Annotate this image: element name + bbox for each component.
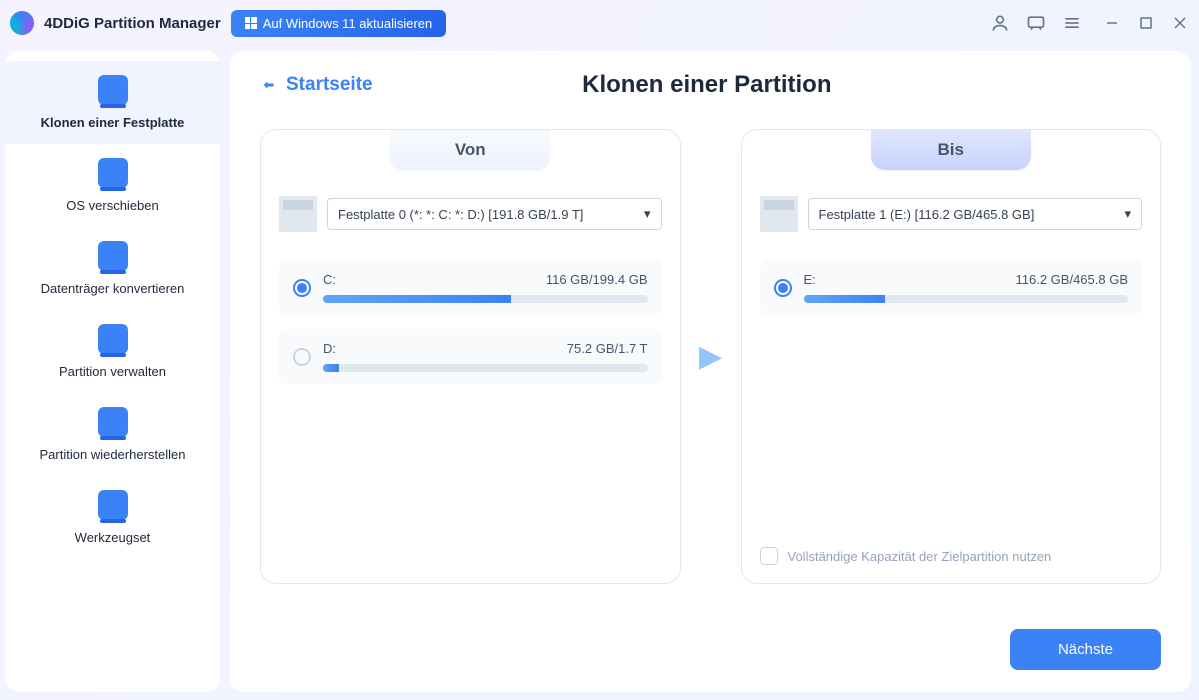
title-bar: 4DDiG Partition Manager Auf Windows 11 a… (0, 0, 1199, 46)
sidebar-item-label: Partition verwalten (15, 364, 210, 379)
usage-bar (323, 364, 648, 372)
upgrade-label: Auf Windows 11 aktualisieren (263, 16, 433, 31)
source-partition-c[interactable]: C: 116 GB/199.4 GB (279, 260, 662, 315)
toolkit-icon (98, 490, 128, 520)
sidebar-item-clone-disk[interactable]: Klonen einer Festplatte (5, 61, 220, 144)
sidebar-item-label: OS verschieben (15, 198, 210, 213)
usage-bar (323, 295, 648, 303)
partition-usage: 116 GB/199.4 GB (546, 272, 648, 287)
usage-bar (804, 295, 1129, 303)
back-label: Startseite (286, 74, 373, 96)
partition-usage: 75.2 GB/1.7 T (567, 341, 648, 356)
target-partition-e[interactable]: E: 116.2 GB/465.8 GB (760, 260, 1143, 315)
source-disk-value: Festplatte 0 (*: *: C: *: D:) [191.8 GB/… (338, 207, 583, 222)
partition-drive: C: (323, 272, 336, 287)
menu-icon[interactable] (1061, 12, 1083, 34)
maximize-button[interactable] (1137, 14, 1155, 32)
convert-disk-icon (98, 241, 128, 271)
windows-icon (245, 17, 257, 29)
source-partition-d[interactable]: D: 75.2 GB/1.7 T (279, 329, 662, 384)
partition-usage: 116.2 GB/465.8 GB (1016, 272, 1129, 287)
partition-drive: D: (323, 341, 336, 356)
disk-icon (760, 196, 798, 232)
sidebar-item-toolkit[interactable]: Werkzeugset (5, 476, 220, 559)
sidebar-item-label: Klonen einer Festplatte (15, 115, 210, 130)
sidebar-item-manage-partition[interactable]: Partition verwalten (5, 310, 220, 393)
sidebar-item-label: Datenträger konvertieren (15, 281, 210, 296)
sidebar-item-recover-partition[interactable]: Partition wiederherstellen (5, 393, 220, 476)
user-icon[interactable] (989, 12, 1011, 34)
partition-drive: E: (804, 272, 816, 287)
sidebar-item-label: Werkzeugset (15, 530, 210, 545)
target-disk-value: Festplatte 1 (E:) [116.2 GB/465.8 GB] (819, 207, 1035, 222)
full-capacity-label: Vollständige Kapazität der Zielpartition… (788, 549, 1052, 564)
manage-partition-icon (98, 324, 128, 354)
radio-selected-icon[interactable] (774, 279, 792, 297)
clone-disk-icon (98, 75, 128, 105)
disk-icon (279, 196, 317, 232)
next-button[interactable]: Nächste (1010, 629, 1161, 670)
full-capacity-checkbox[interactable] (760, 547, 778, 565)
source-card: Von Festplatte 0 (*: *: C: *: D:) [191.8… (260, 129, 681, 584)
arrow-right-icon: ▶ (699, 339, 722, 374)
close-button[interactable] (1171, 14, 1189, 32)
recover-partition-icon (98, 407, 128, 437)
target-card: Bis Festplatte 1 (E:) [116.2 GB/465.8 GB… (741, 129, 1162, 584)
chevron-down-icon: ▾ (644, 206, 651, 222)
back-button[interactable]: Startseite (260, 74, 373, 96)
sidebar-item-migrate-os[interactable]: OS verschieben (5, 144, 220, 227)
target-tab-label: Bis (871, 130, 1031, 170)
app-title: 4DDiG Partition Manager (44, 15, 221, 32)
sidebar: Klonen einer Festplatte OS verschieben D… (5, 51, 220, 692)
feedback-icon[interactable] (1025, 12, 1047, 34)
radio-unselected-icon[interactable] (293, 348, 311, 366)
migrate-os-icon (98, 158, 128, 188)
upgrade-windows-button[interactable]: Auf Windows 11 aktualisieren (231, 10, 447, 37)
main-panel: Startseite Klonen einer Partition Von Fe… (230, 51, 1191, 692)
page-title: Klonen einer Partition (373, 71, 1041, 99)
sidebar-item-label: Partition wiederherstellen (15, 447, 210, 462)
back-arrow-icon (260, 76, 278, 94)
radio-selected-icon[interactable] (293, 279, 311, 297)
minimize-button[interactable] (1103, 14, 1121, 32)
source-tab-label: Von (390, 130, 550, 170)
app-logo-icon (10, 11, 34, 35)
source-disk-select[interactable]: Festplatte 0 (*: *: C: *: D:) [191.8 GB/… (327, 198, 662, 230)
sidebar-item-convert-disk[interactable]: Datenträger konvertieren (5, 227, 220, 310)
chevron-down-icon: ▾ (1124, 206, 1131, 222)
target-disk-select[interactable]: Festplatte 1 (E:) [116.2 GB/465.8 GB] ▾ (808, 198, 1143, 230)
